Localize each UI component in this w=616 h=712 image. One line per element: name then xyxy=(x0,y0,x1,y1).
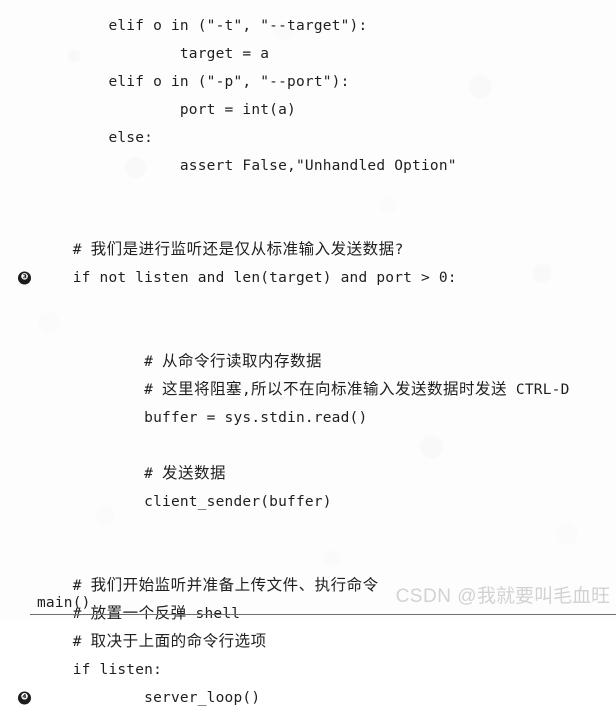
code-line-text: port = int(a) xyxy=(37,102,296,118)
code-line-text: client_sender(buffer) xyxy=(37,494,332,510)
footer-code-line: main() xyxy=(37,595,91,611)
code-line: if listen: xyxy=(0,656,616,684)
code-line-text: server_loop() xyxy=(37,690,261,706)
code-line-text: assert False,"Unhandled Option" xyxy=(37,158,457,174)
code-line: target = a xyxy=(0,40,616,68)
code-line-text: if not listen and len(target) and port >… xyxy=(37,270,457,286)
code-line: # 从命令行读取内存数据 xyxy=(0,348,616,376)
code-line: assert False,"Unhandled Option" xyxy=(0,152,616,180)
code-line: client_sender(buffer) xyxy=(0,488,616,516)
code-line-text: # 这里将阻塞,所以不在向标准输入发送数据时发送 CTRL-D xyxy=(37,381,570,398)
code-line-text: elif o in ("-t", "--target"): xyxy=(37,18,368,34)
code-line-text: if listen: xyxy=(37,662,163,678)
code-line: # 取决于上面的命令行选项 xyxy=(0,628,616,656)
code-line-text: elif o in ("-p", "--port"): xyxy=(37,74,350,90)
watermark-prefix: CSDN @ xyxy=(395,586,477,607)
code-line-text: # 从命令行读取内存数据 xyxy=(37,353,323,370)
code-line: buffer = sys.stdin.read() xyxy=(0,404,616,432)
code-line: elif o in ("-p", "--port"): xyxy=(0,68,616,96)
code-line: else: xyxy=(0,124,616,152)
scanned-book-page: elif o in ("-t", "--target"): target = a… xyxy=(0,0,616,706)
code-line: # 这里将阻塞,所以不在向标准输入发送数据时发送 CTRL-D xyxy=(0,376,616,404)
code-line-text: # 发送数据 xyxy=(37,465,227,482)
csdn-watermark: CSDN @我就要叫毛血旺 xyxy=(396,581,610,608)
footer-horizontal-rule xyxy=(30,614,616,615)
code-line: ❹ server_loop() xyxy=(0,684,616,712)
code-line: # 我们是进行监听还是仅从标准输入发送数据? xyxy=(0,236,616,264)
code-line: ❸ if not listen and len(target) and port… xyxy=(0,264,616,292)
watermark-handle: 我就要叫毛血旺 xyxy=(476,586,610,607)
code-line-text: # 我们是进行监听还是仅从标准输入发送数据? xyxy=(37,241,404,258)
code-line: port = int(a) xyxy=(0,96,616,124)
code-line-text: # 取决于上面的命令行选项 xyxy=(37,633,267,650)
code-line: # 发送数据 xyxy=(0,460,616,488)
code-line: elif o in ("-t", "--target"): xyxy=(0,12,616,40)
code-line-text: target = a xyxy=(37,46,270,62)
code-line-text: else: xyxy=(37,130,154,146)
code-line-text: buffer = sys.stdin.read() xyxy=(37,410,368,426)
